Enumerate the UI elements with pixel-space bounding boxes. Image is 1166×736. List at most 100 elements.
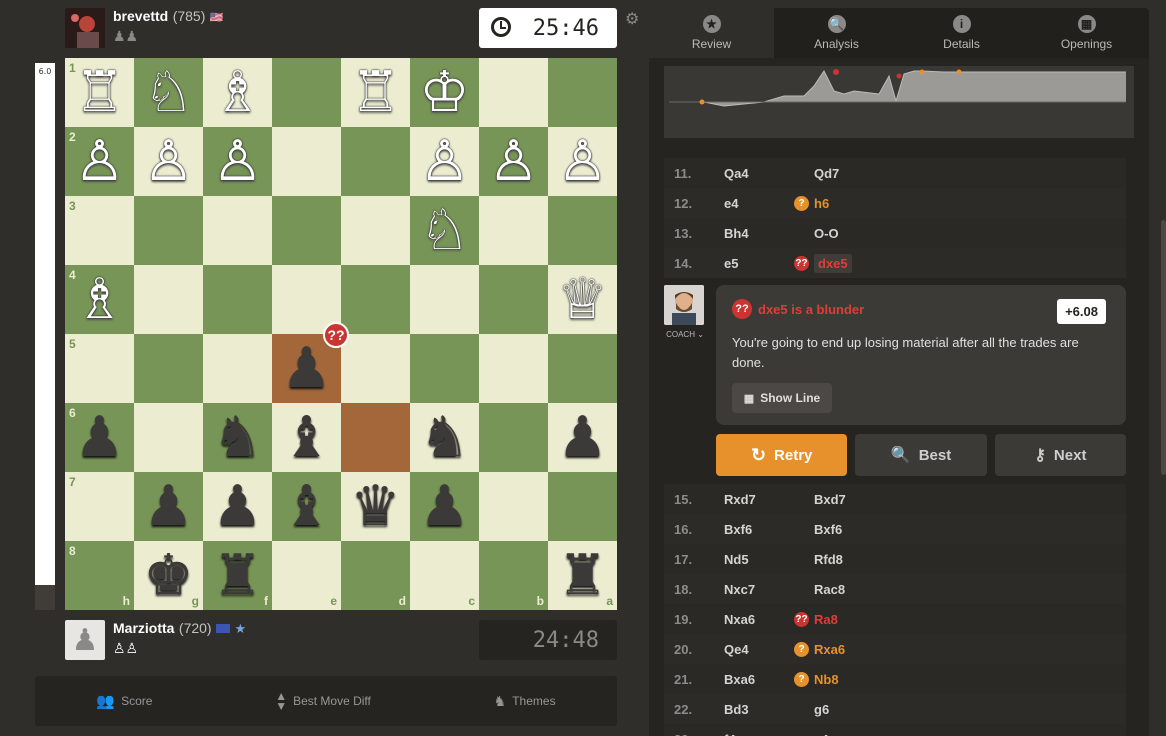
chess-piece[interactable]: ♞ <box>212 403 262 472</box>
chess-piece[interactable]: ♘ <box>419 196 469 265</box>
square-d1[interactable]: ♖ <box>341 58 410 127</box>
square-c1[interactable]: ♔ <box>410 58 479 127</box>
square-b3[interactable] <box>479 196 548 265</box>
square-f8[interactable]: f ♜ <box>203 541 272 610</box>
square-g8[interactable]: g ♚ <box>134 541 203 610</box>
next-button[interactable]: ⚷ Next <box>994 434 1126 476</box>
white-move[interactable]: Bxf6 <box>724 522 789 537</box>
square-b8[interactable]: b <box>479 541 548 610</box>
evaluation-graph[interactable] <box>664 66 1134 138</box>
chess-piece[interactable]: ♟ <box>74 403 124 472</box>
square-e1[interactable] <box>272 58 341 127</box>
chess-board[interactable]: 1 ♖ ♘ ♗ ♖ ♔ 2 ♙ ♙ ♙ ♙ ♙ ♙ 3 ♘ 4 ♗ ♕ 5 ♟?? 6 ♟ ♞ ♝ ♞ ♟ 7 ♟ ♟ ♝ ♛ ♟ 8 h g ♚ f ♜… <box>65 58 617 610</box>
black-move[interactable]: Bxd7 <box>814 492 846 507</box>
white-move[interactable]: Bh4 <box>724 226 789 241</box>
square-a2[interactable]: ♙ <box>548 127 617 196</box>
black-move[interactable]: Rxa6 <box>814 642 845 657</box>
themes-button[interactable]: ♞ Themes <box>494 693 556 710</box>
square-h4[interactable]: 4 ♗ <box>65 265 134 334</box>
white-move[interactable]: e5 <box>724 256 789 271</box>
square-f4[interactable] <box>203 265 272 334</box>
tab-details[interactable]: i Details <box>899 8 1024 58</box>
square-d5[interactable] <box>341 334 410 403</box>
chess-piece[interactable]: ♟ <box>557 403 607 472</box>
chess-piece[interactable]: ♙ <box>212 127 262 196</box>
page-scrollbar[interactable] <box>1161 220 1166 475</box>
black-move[interactable]: Rac8 <box>814 582 845 597</box>
square-a8[interactable]: a ♜ <box>548 541 617 610</box>
square-h1[interactable]: 1 ♖ <box>65 58 134 127</box>
square-h5[interactable]: 5 <box>65 334 134 403</box>
chess-piece[interactable]: ♜ <box>557 541 607 610</box>
bottom-player-avatar[interactable]: ♟ <box>65 620 105 660</box>
square-b1[interactable] <box>479 58 548 127</box>
square-a1[interactable] <box>548 58 617 127</box>
square-e8[interactable]: e <box>272 541 341 610</box>
black-move[interactable]: O-O <box>814 226 839 241</box>
square-h2[interactable]: 2 ♙ <box>65 127 134 196</box>
square-b6[interactable] <box>479 403 548 472</box>
black-move[interactable]: Qd7 <box>814 166 839 181</box>
square-h6[interactable]: 6 ♟ <box>65 403 134 472</box>
white-move[interactable]: Bxa6 <box>724 672 789 687</box>
square-c7[interactable]: ♟ <box>410 472 479 541</box>
top-player-avatar[interactable] <box>65 8 105 48</box>
white-move[interactable]: Nxa6 <box>724 612 789 627</box>
chess-piece[interactable]: ♝ <box>281 403 331 472</box>
square-c6[interactable]: ♞ <box>410 403 479 472</box>
square-b4[interactable] <box>479 265 548 334</box>
square-d8[interactable]: d <box>341 541 410 610</box>
square-f7[interactable]: ♟ <box>203 472 272 541</box>
square-g7[interactable]: ♟ <box>134 472 203 541</box>
chess-piece[interactable]: ♚ <box>143 541 193 610</box>
square-c4[interactable] <box>410 265 479 334</box>
chess-piece[interactable]: ♔ <box>419 58 469 127</box>
best-button[interactable]: 🔍 Best <box>855 434 987 476</box>
square-c2[interactable]: ♙ <box>410 127 479 196</box>
black-move[interactable]: h6 <box>814 196 829 211</box>
chess-piece[interactable]: ♜ <box>212 541 262 610</box>
square-h3[interactable]: 3 <box>65 196 134 265</box>
chess-piece[interactable]: ♝ <box>281 472 331 541</box>
square-e7[interactable]: ♝ <box>272 472 341 541</box>
black-move[interactable]: Ra8 <box>814 612 838 627</box>
chess-piece[interactable]: ♗ <box>74 265 124 334</box>
square-g2[interactable]: ♙ <box>134 127 203 196</box>
show-line-button[interactable]: ▦ Show Line <box>732 383 832 413</box>
square-a4[interactable]: ♕ <box>548 265 617 334</box>
retry-button[interactable]: ↻ Retry <box>716 434 848 476</box>
tab-openings[interactable]: ▦ Openings <box>1024 8 1149 58</box>
square-h7[interactable]: 7 <box>65 472 134 541</box>
coach-label[interactable]: COACH ⌄ <box>664 330 706 339</box>
square-g6[interactable] <box>134 403 203 472</box>
settings-gear-icon[interactable]: ⚙ <box>625 9 639 29</box>
black-move[interactable]: Nb8 <box>814 672 839 687</box>
square-b5[interactable] <box>479 334 548 403</box>
square-c8[interactable]: c <box>410 541 479 610</box>
chess-piece[interactable]: ♘ <box>143 58 193 127</box>
white-move[interactable]: Nxc7 <box>724 582 789 597</box>
square-d6[interactable] <box>341 403 410 472</box>
white-move[interactable]: Rxd7 <box>724 492 789 507</box>
square-d2[interactable] <box>341 127 410 196</box>
square-f6[interactable]: ♞ <box>203 403 272 472</box>
chess-piece[interactable]: ♗ <box>212 58 262 127</box>
best-move-diff-button[interactable]: ▲ ▼ Best Move Diff <box>275 690 371 712</box>
square-a6[interactable]: ♟ <box>548 403 617 472</box>
chess-piece[interactable]: ♙ <box>488 127 538 196</box>
square-g5[interactable] <box>134 334 203 403</box>
coach-avatar[interactable] <box>664 285 704 325</box>
black-move[interactable]: dxe5 <box>814 253 852 273</box>
white-move[interactable]: f4 <box>724 732 789 736</box>
black-move[interactable]: Bxf6 <box>814 522 842 537</box>
score-button[interactable]: 👥 Score <box>96 692 152 710</box>
black-move[interactable]: Rfd8 <box>814 552 843 567</box>
chess-piece[interactable]: ♖ <box>74 58 124 127</box>
square-b2[interactable]: ♙ <box>479 127 548 196</box>
square-g1[interactable]: ♘ <box>134 58 203 127</box>
white-move[interactable]: e4 <box>724 196 789 211</box>
square-g4[interactable] <box>134 265 203 334</box>
chess-piece[interactable]: ♕ <box>557 265 607 334</box>
square-f1[interactable]: ♗ <box>203 58 272 127</box>
square-f2[interactable]: ♙ <box>203 127 272 196</box>
